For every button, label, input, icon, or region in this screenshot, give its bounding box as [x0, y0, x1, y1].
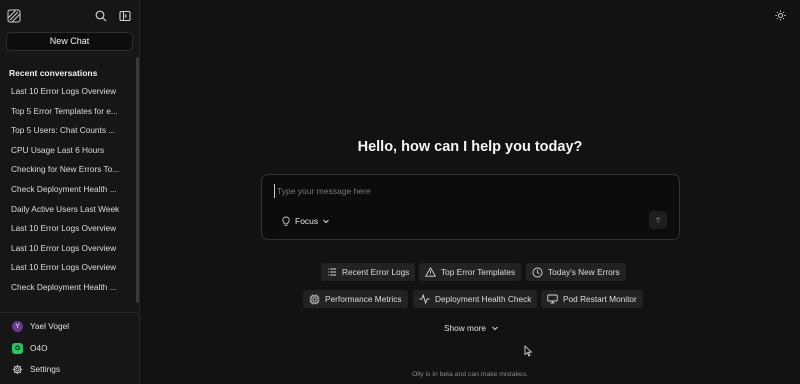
- lightbulb-icon: [281, 216, 291, 227]
- suggestion-recent-error-logs[interactable]: Recent Error Logs: [321, 263, 416, 281]
- avatar: Y: [12, 320, 23, 332]
- show-more-label: Show more: [444, 323, 486, 333]
- list-item[interactable]: Top 5 Error Templates for e...: [0, 102, 136, 122]
- message-composer: Focus: [261, 174, 680, 240]
- settings-label: Settings: [30, 364, 60, 374]
- sidebar-header: [7, 8, 132, 24]
- chevron-down-icon: [322, 217, 330, 225]
- conversation-list: Last 10 Error Logs Overview Top 5 Error …: [0, 82, 136, 298]
- chip-icon: [309, 294, 320, 305]
- send-button[interactable]: [649, 211, 667, 229]
- sidebar-toggle-icon[interactable]: [118, 9, 132, 23]
- focus-label: Focus: [295, 216, 319, 226]
- search-icon[interactable]: [94, 9, 108, 23]
- suggestion-label: Recent Error Logs: [342, 267, 410, 277]
- suggestion-label: Today's New Errors: [548, 267, 620, 277]
- list-item[interactable]: Last 10 Error Logs Overview: [0, 82, 136, 102]
- list-item[interactable]: Checking for New Errors To...: [0, 160, 136, 180]
- sidebar-divider: [0, 312, 139, 313]
- suggestion-label: Deployment Health Check: [435, 294, 532, 304]
- list-item[interactable]: Check Deployment Health ...: [0, 180, 136, 200]
- list-icon: [327, 267, 337, 277]
- org-avatar: O: [12, 342, 23, 354]
- beta-disclaimer: Olly is in beta and can make mistakes.: [412, 371, 528, 378]
- list-item[interactable]: CPU Usage Last 6 Hours: [0, 141, 136, 161]
- message-input[interactable]: [274, 184, 654, 198]
- user-name: Yael Vogel: [30, 321, 70, 331]
- focus-selector[interactable]: Focus: [281, 215, 330, 227]
- sun-icon[interactable]: [775, 10, 786, 21]
- page-title: Hello, how can I help you today?: [357, 139, 583, 155]
- gear-icon: [12, 364, 23, 375]
- mouse-cursor-icon: [524, 345, 533, 357]
- warning-icon: [425, 267, 436, 277]
- list-item[interactable]: Check Deployment Health ...: [0, 278, 136, 298]
- list-item[interactable]: Last 10 Error Logs Overview: [0, 258, 136, 278]
- sidebar: New Chat Recent conversations Last 10 Er…: [0, 0, 140, 384]
- suggestion-performance-metrics[interactable]: Performance Metrics: [303, 290, 408, 308]
- suggestion-label: Performance Metrics: [325, 294, 402, 304]
- org-switcher[interactable]: O O4O: [12, 341, 48, 355]
- list-item[interactable]: Last 10 Error Logs Overview: [0, 219, 136, 239]
- new-chat-button[interactable]: New Chat: [6, 32, 133, 51]
- suggestion-top-error-templates[interactable]: Top Error Templates: [419, 263, 522, 281]
- clock-icon: [532, 267, 543, 278]
- sidebar-scrollbar[interactable]: [136, 57, 139, 303]
- recent-conversations-title: Recent conversations: [9, 68, 98, 78]
- activity-icon: [419, 294, 430, 304]
- list-item[interactable]: Last 10 Error Logs Overview: [0, 239, 136, 259]
- org-name: O4O: [30, 343, 48, 353]
- arrow-up-icon: [654, 216, 662, 224]
- monitor-icon: [547, 294, 558, 304]
- suggestion-pod-restart-monitor[interactable]: Pod Restart Monitor: [541, 290, 643, 308]
- chevron-down-icon: [491, 324, 499, 332]
- show-more-button[interactable]: Show more: [444, 322, 499, 334]
- list-item[interactable]: Daily Active Users Last Week: [0, 200, 136, 220]
- settings-button[interactable]: Settings: [12, 362, 60, 376]
- suggestion-deployment-health-check[interactable]: Deployment Health Check: [413, 290, 538, 308]
- suggestion-label: Pod Restart Monitor: [563, 294, 637, 304]
- list-item[interactable]: Top 5 Users: Chat Counts ...: [0, 121, 136, 141]
- user-profile[interactable]: Y Yael Vogel: [12, 319, 69, 333]
- logo-icon[interactable]: [7, 9, 21, 23]
- suggestion-todays-new-errors[interactable]: Today's New Errors: [526, 263, 626, 281]
- suggestion-label: Top Error Templates: [441, 267, 516, 277]
